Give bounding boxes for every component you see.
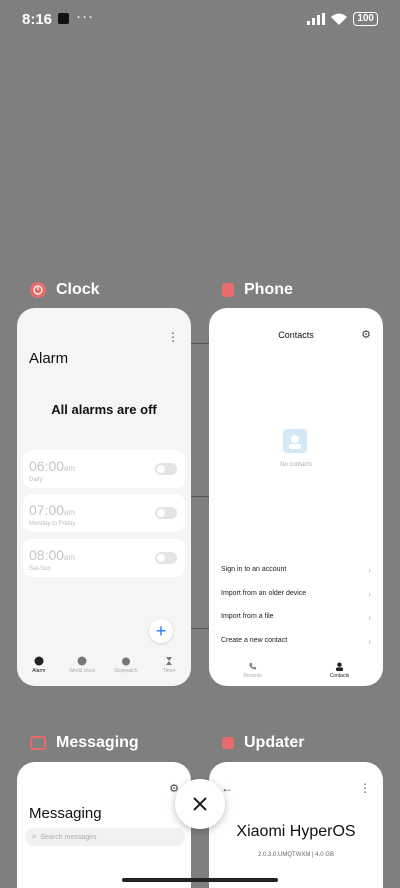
tab-label: Stopwatch bbox=[114, 668, 138, 674]
search-placeholder: Search messages bbox=[40, 833, 97, 841]
alarm-time: 08:00am bbox=[29, 547, 76, 563]
status-time: 8:16 bbox=[22, 11, 53, 28]
create-contact-option[interactable]: Create a new contact › bbox=[221, 637, 371, 646]
signal-icon bbox=[307, 13, 326, 25]
alarm-title: Alarm bbox=[29, 350, 69, 367]
import-file-option[interactable]: Import from a file › bbox=[221, 613, 371, 622]
messaging-app-icon bbox=[30, 736, 46, 750]
home-indicator[interactable] bbox=[122, 878, 278, 882]
clock-bottom-nav: Alarm World clock Stopwatch Timer bbox=[17, 656, 191, 674]
clock-app-header[interactable]: Clock bbox=[30, 281, 100, 299]
tab-stopwatch[interactable]: Stopwatch bbox=[106, 656, 146, 674]
alarm-toggle[interactable] bbox=[155, 552, 177, 564]
alarm-repeat: Monday to Friday bbox=[29, 521, 76, 527]
tab-label: Alarm bbox=[32, 668, 46, 674]
phone-app-icon bbox=[222, 283, 234, 297]
updater-app-header[interactable]: Updater bbox=[222, 734, 304, 752]
tab-label: World clock bbox=[69, 668, 96, 674]
search-messages-input[interactable]: ⌕ Search messages bbox=[25, 828, 185, 846]
wifi-icon bbox=[331, 13, 348, 25]
messaging-app-header[interactable]: Messaging bbox=[30, 734, 139, 752]
alarm-clock-icon bbox=[34, 656, 44, 666]
alarm-time: 06:00am bbox=[29, 458, 76, 474]
phone-icon bbox=[249, 662, 257, 670]
updater-app-name: Updater bbox=[244, 734, 305, 751]
notification-icon bbox=[58, 13, 69, 24]
phone-app-header[interactable]: Phone bbox=[222, 281, 293, 299]
clear-all-button[interactable] bbox=[175, 779, 225, 829]
messaging-app-card[interactable]: ⚙ Messaging ⌕ Search messages bbox=[17, 762, 191, 888]
divider bbox=[191, 343, 209, 344]
stopwatch-icon bbox=[121, 657, 130, 666]
tab-world-clock[interactable]: World clock bbox=[62, 656, 102, 674]
more-notifications-icon: ··· bbox=[76, 8, 94, 25]
world-clock-icon bbox=[77, 656, 87, 666]
divider bbox=[191, 496, 209, 497]
person-icon bbox=[335, 662, 344, 671]
sign-in-option[interactable]: Sign in to an account › bbox=[221, 566, 371, 575]
add-alarm-button[interactable]: + bbox=[149, 619, 173, 643]
tab-label: Timer bbox=[162, 668, 176, 674]
clock-app-icon bbox=[30, 282, 46, 298]
more-options-icon[interactable]: ⋮ bbox=[167, 330, 179, 344]
search-icon: ⌕ bbox=[32, 832, 37, 841]
battery-indicator: 100 bbox=[353, 12, 378, 26]
chevron-right-icon: › bbox=[368, 637, 371, 646]
tab-contacts[interactable]: Contacts bbox=[320, 662, 360, 679]
tab-recents[interactable]: Recents bbox=[233, 662, 273, 679]
alarm-row[interactable]: 06:00am Daily bbox=[23, 450, 185, 488]
alarms-off-message: All alarms are off bbox=[51, 402, 157, 417]
phone-app-name: Phone bbox=[244, 281, 293, 298]
alarm-toggle[interactable] bbox=[155, 463, 177, 475]
phone-bottom-nav: Recents Contacts bbox=[209, 662, 383, 679]
alarm-toggle[interactable] bbox=[155, 507, 177, 519]
messaging-app-name: Messaging bbox=[56, 734, 139, 751]
more-options-icon[interactable]: ⋮ bbox=[359, 781, 371, 795]
chevron-right-icon: › bbox=[368, 566, 371, 575]
hyperos-logo: Xiaomi HyperOS bbox=[236, 823, 356, 840]
contact-placeholder-icon bbox=[283, 429, 307, 453]
tab-timer[interactable]: Timer bbox=[149, 656, 189, 674]
alarm-row[interactable]: 07:00am Monday to Friday bbox=[23, 494, 185, 532]
tab-label: Recents bbox=[243, 673, 262, 679]
gear-icon[interactable]: ⚙ bbox=[361, 328, 371, 341]
clock-app-name: Clock bbox=[56, 281, 100, 298]
alarm-row[interactable]: 08:00am Sat-Sun bbox=[23, 539, 185, 577]
alarm-time: 07:00am bbox=[29, 502, 76, 518]
updater-app-icon bbox=[222, 737, 234, 749]
phone-app-card[interactable]: Contacts ⚙ No contacts Sign in to an acc… bbox=[209, 308, 383, 686]
updater-app-card[interactable]: ← ⋮ Xiaomi HyperOS 2.0.3.0.UMQTWXM | 4.0… bbox=[209, 762, 383, 888]
clock-app-card[interactable]: ⋮ Alarm All alarms are off 06:00am Daily… bbox=[17, 308, 191, 686]
version-info: 2.0.3.0.UMQTWXM | 4.0 GB bbox=[258, 852, 334, 858]
tab-label: Contacts bbox=[329, 673, 350, 679]
import-older-device-option[interactable]: Import from an older device › bbox=[221, 590, 371, 599]
chevron-right-icon: › bbox=[368, 590, 371, 599]
no-contacts-message: No contacts bbox=[280, 462, 312, 468]
chevron-right-icon: › bbox=[368, 613, 371, 622]
close-icon bbox=[193, 797, 207, 811]
contacts-title: Contacts bbox=[278, 330, 314, 340]
status-bar: 8:16 ··· 100 bbox=[0, 0, 400, 40]
alarm-repeat: Daily bbox=[29, 477, 43, 483]
divider bbox=[191, 628, 209, 629]
tab-alarm[interactable]: Alarm bbox=[19, 656, 59, 674]
hourglass-icon bbox=[166, 657, 173, 665]
messaging-title: Messaging bbox=[29, 805, 102, 822]
alarm-repeat: Sat-Sun bbox=[29, 566, 51, 572]
